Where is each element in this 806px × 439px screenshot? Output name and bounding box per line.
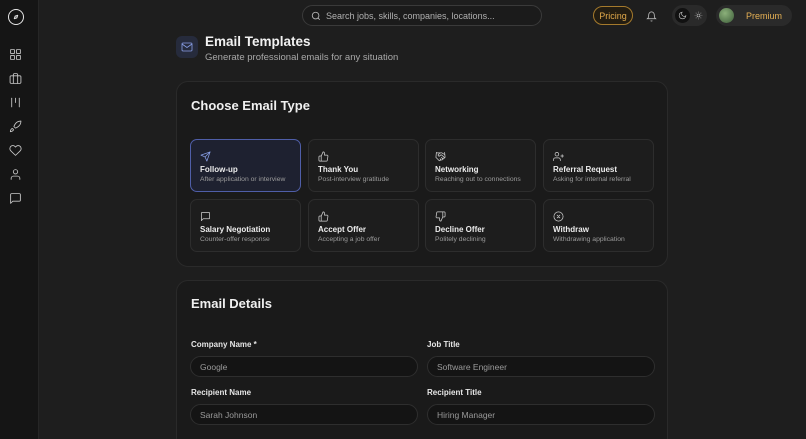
thumbs-down-icon <box>435 209 446 222</box>
email-type-desc: Politely declining <box>435 236 486 243</box>
email-type-desc: After application or interview <box>200 176 286 183</box>
x-circle-icon <box>553 209 564 222</box>
bell-icon[interactable] <box>646 9 659 22</box>
email-type-desc: Reaching out to connections <box>435 176 521 183</box>
email-type-label: Thank You <box>318 165 359 174</box>
email-type-thank-you[interactable]: Thank You Post-interview gratitude <box>308 139 419 192</box>
email-type-withdraw[interactable]: Withdraw Withdrawing application <box>543 199 654 252</box>
email-type-label: Networking <box>435 165 479 174</box>
briefcase-icon[interactable] <box>7 70 23 86</box>
user-icon[interactable] <box>7 166 23 182</box>
recipient-title-field[interactable] <box>427 404 655 425</box>
handshake-icon <box>435 149 446 162</box>
premium-label: Premium <box>746 10 783 21</box>
email-details-title: Email Details <box>191 296 272 311</box>
email-type-desc: Post-interview gratitude <box>318 176 390 183</box>
heart-icon[interactable] <box>7 142 23 158</box>
email-type-desc: Counter-offer response <box>200 236 270 243</box>
email-type-label: Decline Offer <box>435 225 485 234</box>
recipient-title-label: Recipient Title <box>427 388 482 397</box>
recipient-name-field[interactable] <box>190 404 418 425</box>
avatar <box>719 8 734 23</box>
board-icon[interactable] <box>7 94 23 110</box>
dashboard-icon[interactable] <box>7 46 23 62</box>
email-type-accept-offer[interactable]: Accept Offer Accepting a job offer <box>308 199 419 252</box>
search-icon <box>311 11 321 20</box>
email-type-desc: Asking for internal referral <box>553 176 631 183</box>
page-title: Email Templates <box>205 34 311 49</box>
company-name-field[interactable] <box>190 356 418 377</box>
page-subtitle: Generate professional emails for any sit… <box>205 52 399 63</box>
message-icon[interactable] <box>7 190 23 206</box>
job-title-label: Job Title <box>427 340 460 349</box>
compass-logo-icon[interactable] <box>8 9 24 25</box>
email-type-salary-negotiation[interactable]: Salary Negotiation Counter-offer respons… <box>190 199 301 252</box>
message-square-icon <box>200 209 211 221</box>
user-plus-icon <box>553 149 564 161</box>
email-type-referral-request[interactable]: Referral Request Asking for internal ref… <box>543 139 654 192</box>
company-name-label: Company Name * <box>191 340 257 349</box>
email-type-decline-offer[interactable]: Decline Offer Politely declining <box>425 199 536 252</box>
email-type-networking[interactable]: Networking Reaching out to connections <box>425 139 536 192</box>
email-type-label: Salary Negotiation <box>200 225 271 234</box>
recipient-name-label: Recipient Name <box>191 388 252 397</box>
topbar: Pricing Premium <box>40 0 806 32</box>
job-title-field[interactable] <box>427 356 655 377</box>
email-type-label: Referral Request <box>553 165 618 174</box>
send-icon <box>200 149 211 162</box>
email-type-label: Withdraw <box>553 225 589 234</box>
search-bar[interactable] <box>302 5 542 26</box>
theme-toggle[interactable] <box>672 5 707 26</box>
mail-icon <box>176 36 198 58</box>
email-type-follow-up[interactable]: Follow-up After application or interview <box>190 139 301 192</box>
thumbs-up-icon <box>318 209 329 222</box>
email-type-card: Choose Email Type Follow-up After applic… <box>176 81 668 267</box>
thumbs-up-icon <box>318 149 329 162</box>
pricing-button[interactable]: Pricing <box>593 6 633 25</box>
sun-icon <box>693 10 704 21</box>
email-type-label: Accept Offer <box>318 225 367 234</box>
search-input[interactable] <box>326 10 526 21</box>
email-type-title: Choose Email Type <box>191 98 310 113</box>
premium-button[interactable]: Premium <box>716 5 792 26</box>
email-type-desc: Accepting a job offer <box>318 236 380 243</box>
email-details-card: Email Details Company Name * Job Title R… <box>176 280 668 439</box>
sidebar <box>0 0 39 439</box>
email-type-desc: Withdrawing application <box>553 236 625 243</box>
email-type-label: Follow-up <box>200 165 238 174</box>
moon-icon <box>675 8 690 23</box>
rocket-icon[interactable] <box>7 118 23 134</box>
